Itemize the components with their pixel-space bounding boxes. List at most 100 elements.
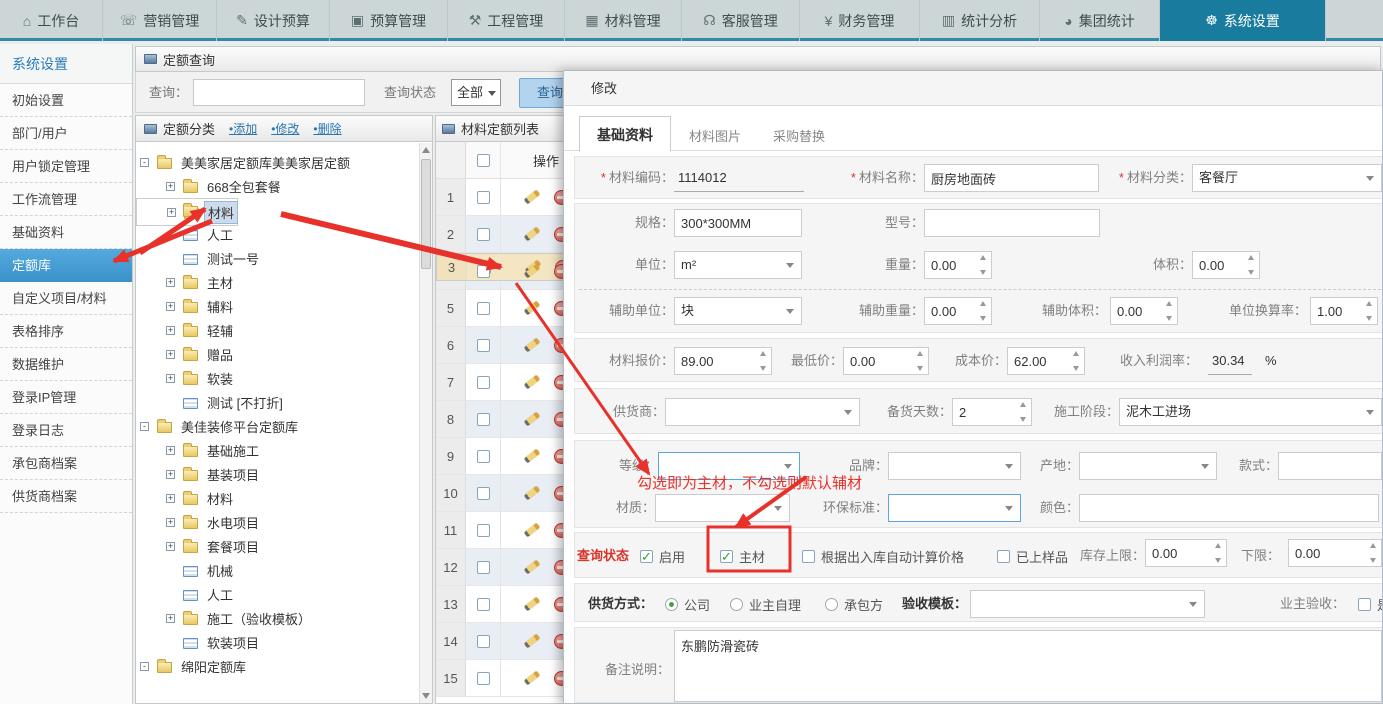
enabled-checkbox[interactable] <box>640 550 653 563</box>
contractor-radio[interactable] <box>825 598 838 611</box>
tree-node[interactable]: + 668全包套餐 <box>136 174 432 198</box>
remark-textarea[interactable]: 东鹏防滑瓷砖 <box>674 630 1382 702</box>
edit-pencil-icon[interactable] <box>523 671 539 686</box>
row-checkbox[interactable] <box>477 228 490 241</box>
scroll-down-icon[interactable] <box>422 693 430 699</box>
row-checkbox[interactable] <box>477 265 490 278</box>
sidebar-item[interactable]: 数据维护 <box>0 348 132 381</box>
tree-node[interactable]: + 水电项目 <box>136 510 432 534</box>
tree-node[interactable]: + 基础施工 <box>136 438 432 462</box>
material-category-select[interactable]: 客餐厅 <box>1192 164 1382 192</box>
sidebar-item[interactable]: 承包商档案 <box>0 447 132 480</box>
row-checkbox[interactable] <box>477 302 490 315</box>
tree-node[interactable]: 软装项目 <box>136 630 432 654</box>
nav-tab[interactable]: ▦ 材料管理 <box>565 0 682 41</box>
sidebar-item[interactable]: 登录日志 <box>0 414 132 447</box>
tree-node[interactable]: + 赠品 <box>136 342 432 366</box>
tree-toggle-icon[interactable]: + <box>166 374 175 383</box>
tab-material-images[interactable]: 材料图片 <box>676 122 754 151</box>
tree-node[interactable]: + 软装 <box>136 366 432 390</box>
origin-select[interactable] <box>1079 452 1217 480</box>
tree-node[interactable]: + 基装项目 <box>136 462 432 486</box>
row-checkbox[interactable] <box>477 413 490 426</box>
edit-pencil-icon[interactable] <box>523 190 539 205</box>
tree-node[interactable]: 测试一号 <box>136 246 432 270</box>
edit-pencil-icon[interactable] <box>523 412 539 427</box>
sidebar-item[interactable]: 基础资料 <box>0 216 132 249</box>
stock-days-stepper[interactable] <box>952 398 1032 426</box>
tree-toggle-icon[interactable]: + <box>166 494 175 503</box>
stock-lower-stepper[interactable] <box>1288 539 1382 567</box>
row-checkbox[interactable] <box>477 598 490 611</box>
aux-unit-select[interactable]: 块 <box>674 297 802 325</box>
edit-pencil-icon[interactable] <box>523 449 539 464</box>
conversion-stepper[interactable] <box>1310 297 1378 325</box>
tree-node[interactable]: + 主材 <box>136 270 432 294</box>
tree-toggle-icon[interactable]: + <box>166 182 175 191</box>
tree-toggle-icon[interactable]: - <box>140 158 149 167</box>
tab-basic-info[interactable]: 基础资料 <box>579 116 671 152</box>
nav-tab[interactable]: ☊ 客服管理 <box>682 0 800 41</box>
sidebar-item[interactable]: 表格排序 <box>0 315 132 348</box>
tree-toggle-icon[interactable]: - <box>140 662 149 671</box>
aux-volume-stepper[interactable] <box>1110 297 1178 325</box>
sidebar-item[interactable]: 工作流管理 <box>0 183 132 216</box>
query-status-select[interactable]: 全部 <box>451 79 501 106</box>
tree-toggle-icon[interactable]: + <box>166 350 175 359</box>
row-checkbox[interactable] <box>477 376 490 389</box>
unit-select[interactable]: m² <box>674 251 802 279</box>
nav-tab[interactable]: ⌂ 工作台 <box>0 0 103 41</box>
row-checkbox[interactable] <box>477 524 490 537</box>
row-checkbox[interactable] <box>477 561 490 574</box>
nav-tab[interactable]: ▥ 统计分析 <box>920 0 1040 41</box>
weight-stepper[interactable] <box>924 251 992 279</box>
tree-node[interactable]: + 材料 <box>136 486 432 510</box>
row-checkbox[interactable] <box>477 487 490 500</box>
sampled-checkbox[interactable] <box>997 550 1010 563</box>
main-material-checkbox[interactable] <box>720 550 733 563</box>
edit-pencil-icon[interactable] <box>523 227 539 242</box>
tree-node[interactable]: 测试 [不打折] <box>136 390 432 414</box>
stage-select[interactable]: 泥木工进场 <box>1119 398 1382 426</box>
accept-template-select[interactable] <box>970 590 1205 618</box>
tree-node[interactable]: - 美美家居定额库美美家居定额 <box>136 150 432 174</box>
tree-node[interactable]: - 绵阳定额库 <box>136 654 432 678</box>
edit-pencil-icon[interactable] <box>523 523 539 538</box>
min-price-stepper[interactable] <box>843 347 929 375</box>
aux-weight-stepper[interactable] <box>924 297 992 325</box>
sidebar-item[interactable]: 用户锁定管理 <box>0 150 132 183</box>
tree-toggle-icon[interactable]: + <box>166 614 175 623</box>
auto-price-checkbox[interactable] <box>802 550 815 563</box>
edit-pencil-icon[interactable] <box>523 338 539 353</box>
tree-toggle-icon[interactable]: - <box>140 422 149 431</box>
tree-toggle-icon[interactable]: + <box>167 208 176 217</box>
nav-tab[interactable]: ¥ 财务管理 <box>800 0 920 41</box>
edit-pencil-icon[interactable] <box>523 597 539 612</box>
row-checkbox[interactable] <box>477 450 490 463</box>
brand-select[interactable] <box>888 452 1021 480</box>
grade-select[interactable] <box>658 452 800 480</box>
tree-toggle-icon[interactable]: + <box>166 278 175 287</box>
nav-tab[interactable]: ✎ 设计预算 <box>217 0 330 41</box>
tree-scrollbar[interactable] <box>419 143 432 703</box>
row-checkbox[interactable] <box>477 635 490 648</box>
color-input[interactable] <box>1079 494 1379 522</box>
edit-pencil-icon[interactable] <box>523 560 539 575</box>
tree-toggle-icon[interactable]: + <box>166 302 175 311</box>
nav-tab[interactable]: ▣ 预算管理 <box>330 0 448 41</box>
tree-toggle-icon[interactable]: + <box>166 542 175 551</box>
tree-node[interactable]: - 美佳装修平台定额库 <box>136 414 432 438</box>
sidebar-item[interactable]: 供货商档案 <box>0 480 132 513</box>
style-input[interactable] <box>1278 452 1382 480</box>
tree-action-link[interactable]: •添加 <box>229 120 257 137</box>
stock-upper-stepper[interactable] <box>1145 539 1227 567</box>
owner-self-radio[interactable] <box>730 598 743 611</box>
scroll-thumb[interactable] <box>421 159 431 269</box>
tree-action-link[interactable]: •修改 <box>271 120 299 137</box>
edit-pencil-icon[interactable] <box>523 375 539 390</box>
nav-tab[interactable]: ☸ 系统设置 <box>1160 0 1326 41</box>
quote-stepper[interactable] <box>674 347 772 375</box>
sidebar-item[interactable]: 定额库 <box>0 249 132 282</box>
env-standard-select[interactable] <box>888 494 1021 522</box>
nav-tab[interactable]: ☏ 营销管理 <box>103 0 217 41</box>
